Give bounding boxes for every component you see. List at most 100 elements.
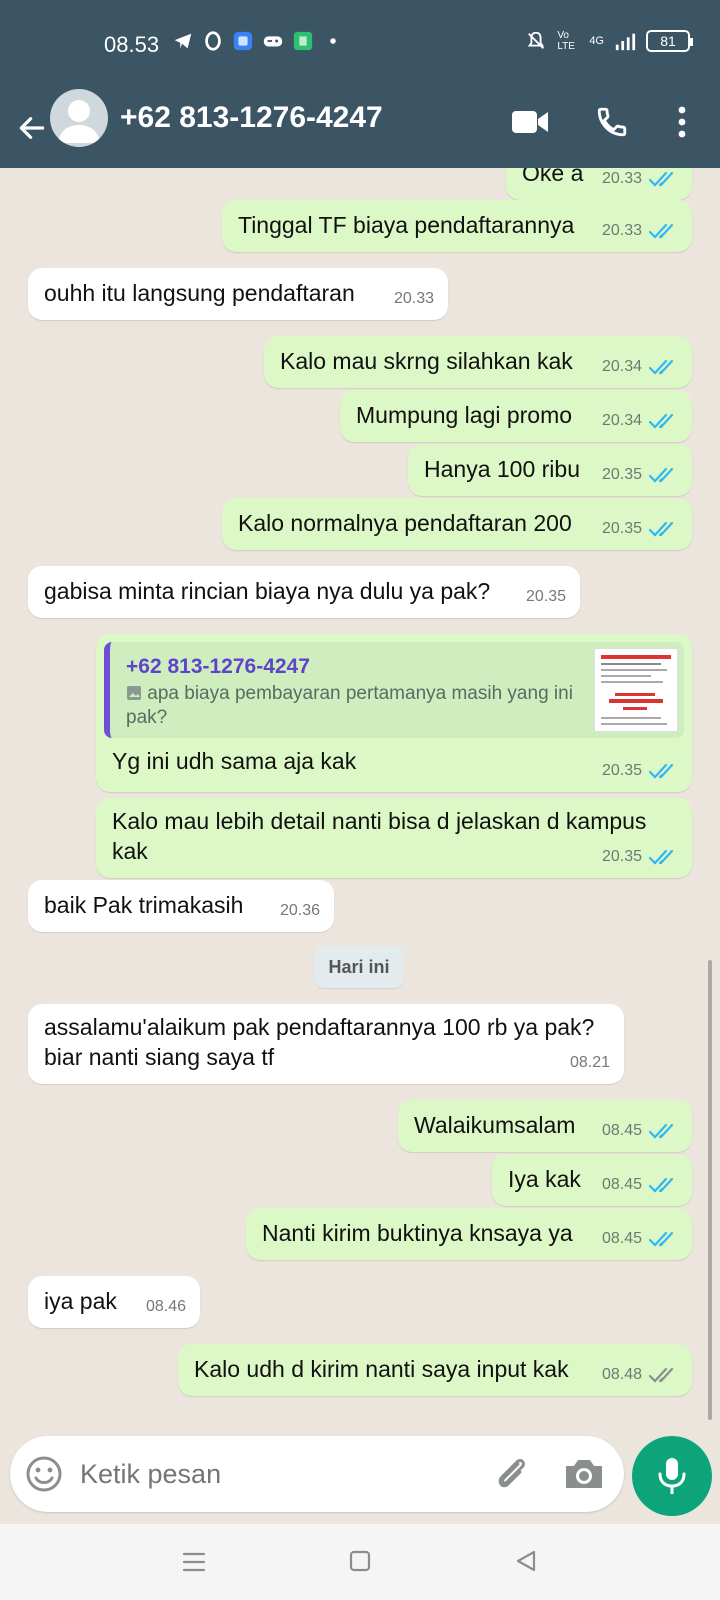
message-time: 08.46 — [145, 1298, 186, 1315]
message-time: 20.35 — [601, 466, 642, 483]
double-check-read-icon — [648, 467, 674, 483]
message-meta: 20.33 — [602, 216, 678, 246]
default-avatar-icon — [58, 100, 100, 143]
message-composer — [10, 1436, 624, 1512]
message-meta: 08.45 — [602, 1224, 678, 1254]
volte-label: Vo LTE — [557, 30, 575, 52]
message-meta: 08.48 — [602, 1360, 678, 1390]
message-meta: 20.33 — [602, 168, 678, 194]
double-check-read-icon — [648, 413, 674, 429]
message-bubble-in[interactable]: ouhh itu langsung pendaftaran 20.33 — [28, 268, 448, 320]
quoted-sender: +62 813-1276-4247 — [126, 655, 310, 678]
message-text: ouhh itu langsung pendaftaran — [44, 280, 355, 306]
message-time: 20.35 — [601, 520, 642, 537]
double-check-read-icon — [648, 359, 674, 375]
message-meta: 20.35 — [602, 756, 678, 786]
message-time: 08.45 — [601, 1122, 642, 1139]
double-check-read-icon — [648, 849, 674, 865]
message-bubble-out[interactable]: Hanya 100 ribu 20.35 — [408, 444, 692, 496]
photo-icon — [127, 686, 141, 700]
opera-icon — [205, 31, 221, 51]
message-bubble-in[interactable]: assalamu'alaikum pak pendaftarannya 100 … — [28, 1004, 624, 1084]
back-arrow-icon — [19, 117, 45, 139]
message-time: 20.33 — [393, 290, 434, 307]
message-meta: 08.45 — [602, 1170, 678, 1200]
more-options-button[interactable] — [658, 98, 706, 146]
message-bubble-out[interactable]: Nanti kirim buktinya knsaya ya 08.45 — [246, 1208, 692, 1260]
contact-name[interactable]: +62 813-1276-4247 — [120, 101, 383, 135]
more-vert-icon — [678, 106, 686, 138]
mute-bell-icon — [528, 31, 545, 49]
quoted-message[interactable]: +62 813-1276-4247 apa biaya pembayaran p… — [104, 642, 684, 738]
message-time: 20.35 — [525, 588, 566, 605]
battery-indicator: 81 — [646, 30, 693, 52]
back-button[interactable] — [12, 108, 52, 148]
message-time: 20.35 — [601, 762, 642, 779]
message-time: 20.36 — [279, 902, 320, 919]
message-bubble-in[interactable]: gabisa minta rincian biaya nya dulu ya p… — [28, 566, 580, 618]
message-bubble-out[interactable]: Walaikumsalam 08.45 — [398, 1100, 692, 1152]
message-input[interactable] — [80, 1454, 460, 1494]
video-call-button[interactable] — [506, 98, 554, 146]
status-icons-right: Vo LTE 4G 81 — [525, 30, 693, 52]
signal-icon — [615, 33, 636, 51]
back-triangle-icon[interactable] — [506, 1544, 546, 1580]
telegram-icon — [174, 33, 192, 49]
scrollbar[interactable] — [708, 960, 712, 1420]
app-icon — [233, 31, 253, 51]
message-meta: 20.33 — [394, 284, 434, 314]
status-icons-left — [172, 30, 344, 52]
double-check-read-icon — [648, 521, 674, 537]
dot-icon — [330, 38, 336, 44]
emoji-icon[interactable] — [24, 1454, 64, 1494]
message-time: 20.34 — [601, 412, 642, 429]
message-bubble-out[interactable]: Kalo normalnya pendaftaran 200 20.35 — [222, 498, 692, 550]
home-square-icon[interactable] — [340, 1544, 380, 1580]
message-bubble-reply[interactable]: +62 813-1276-4247 apa biaya pembayaran p… — [96, 634, 692, 792]
message-bubble-out[interactable]: Iya kak 08.45 — [492, 1154, 692, 1206]
message-meta: 20.35 — [602, 460, 678, 490]
double-check-read-icon — [648, 171, 674, 187]
message-text: Yg ini udh sama aja kak — [112, 748, 357, 774]
message-time: 08.45 — [601, 1176, 642, 1193]
message-time: 20.33 — [601, 222, 642, 239]
message-bubble-in[interactable]: baik Pak trimakasih 20.36 — [28, 880, 334, 932]
message-meta: 20.35 — [602, 514, 678, 544]
message-list[interactable]: Oke a 20.33 Tinggal TF biaya pendaftaran… — [0, 168, 720, 1424]
message-bubble-out[interactable]: Kalo mau lebih detail nanti bisa d jelas… — [96, 798, 692, 878]
microphone-icon — [658, 1458, 686, 1494]
message-bubble-out[interactable]: Kalo mau skrng silahkan kak 20.34 — [264, 336, 692, 388]
message-time: 08.45 — [601, 1230, 642, 1247]
camera-icon[interactable] — [562, 1454, 606, 1494]
message-time: 08.48 — [601, 1366, 642, 1383]
message-bubble-out[interactable]: Kalo udh d kirim nanti saya input kak 08… — [178, 1344, 692, 1396]
menu-lines-icon[interactable] — [174, 1544, 214, 1580]
date-separator: Hari ini — [314, 946, 404, 988]
quoted-image-thumbnail — [594, 648, 678, 732]
paperclip-icon[interactable] — [490, 1452, 534, 1496]
message-bubble-out[interactable]: Mumpung lagi promo 20.34 — [340, 390, 692, 442]
message-bubble-out[interactable]: Oke a 20.33 — [506, 168, 692, 200]
message-meta: 20.34 — [602, 352, 678, 382]
message-time: 20.34 — [601, 358, 642, 375]
quoted-text-wrap: apa biaya pembayaran pertamanya masih ya… — [126, 682, 586, 730]
phone-icon — [597, 107, 627, 137]
message-bubble-in[interactable]: iya pak 08.46 — [28, 1276, 200, 1328]
voice-record-button[interactable] — [632, 1436, 712, 1516]
status-bar: 08.53 Vo LTE 4G 81 — [0, 0, 720, 88]
message-bubble-out[interactable]: Tinggal TF biaya pendaftarannya 20.33 — [222, 200, 692, 252]
message-time: 20.33 — [601, 170, 642, 187]
network-label: 4G — [589, 35, 604, 47]
gamepad-icon — [263, 36, 283, 47]
voice-call-button[interactable] — [588, 98, 636, 146]
video-camera-icon — [512, 111, 548, 133]
message-meta: 20.36 — [280, 896, 320, 926]
message-meta: 20.35 — [526, 582, 566, 612]
message-time: 08.21 — [569, 1054, 610, 1071]
system-navigation-bar — [0, 1524, 720, 1600]
avatar[interactable] — [50, 89, 108, 147]
message-meta: 08.45 — [602, 1116, 678, 1146]
chat-header: +62 813-1276-4247 — [0, 88, 720, 168]
message-meta: 08.46 — [146, 1292, 186, 1322]
shop-icon — [293, 31, 313, 51]
